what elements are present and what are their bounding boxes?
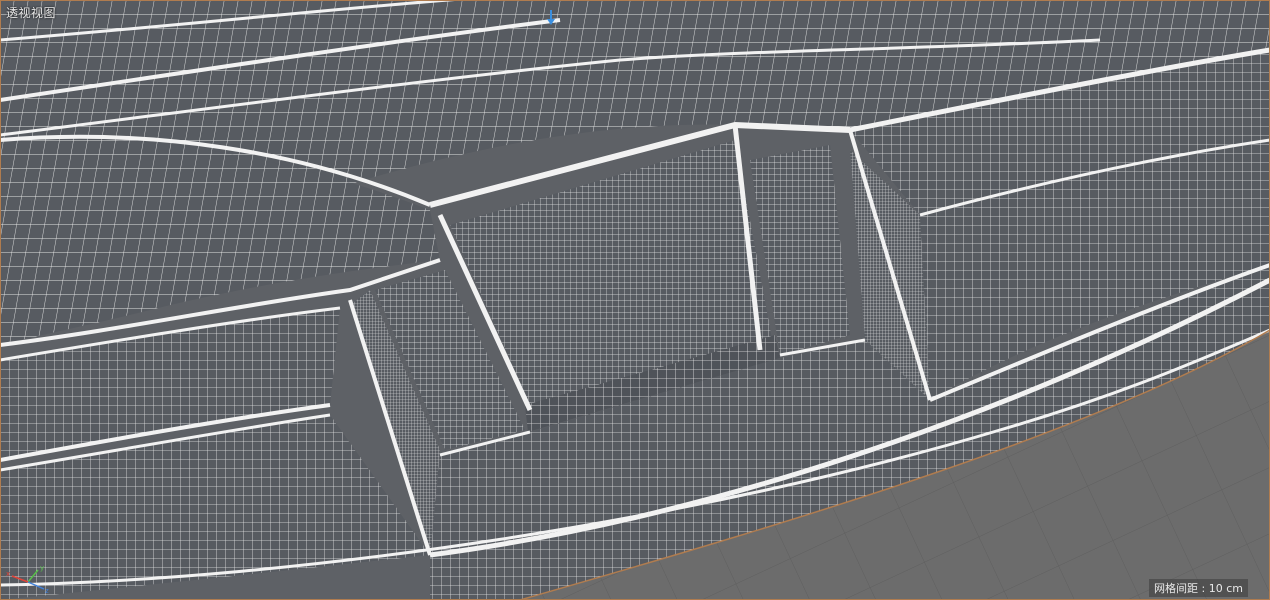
svg-text:x: x [6,570,10,578]
viewport-title[interactable]: 透视视图 [6,4,56,21]
perspective-viewport[interactable]: 透视视图 y x z 网格间距 : 10 cm [0,0,1270,600]
camera-target-icon[interactable] [546,10,556,26]
xyz-axis-icon: y x z [6,564,49,594]
grid-spacing-readout: 网格间距 : 10 cm [1149,579,1248,597]
svg-text:z: z [45,587,49,594]
svg-text:y: y [40,564,44,572]
wireframe-mesh[interactable] [0,0,1270,600]
